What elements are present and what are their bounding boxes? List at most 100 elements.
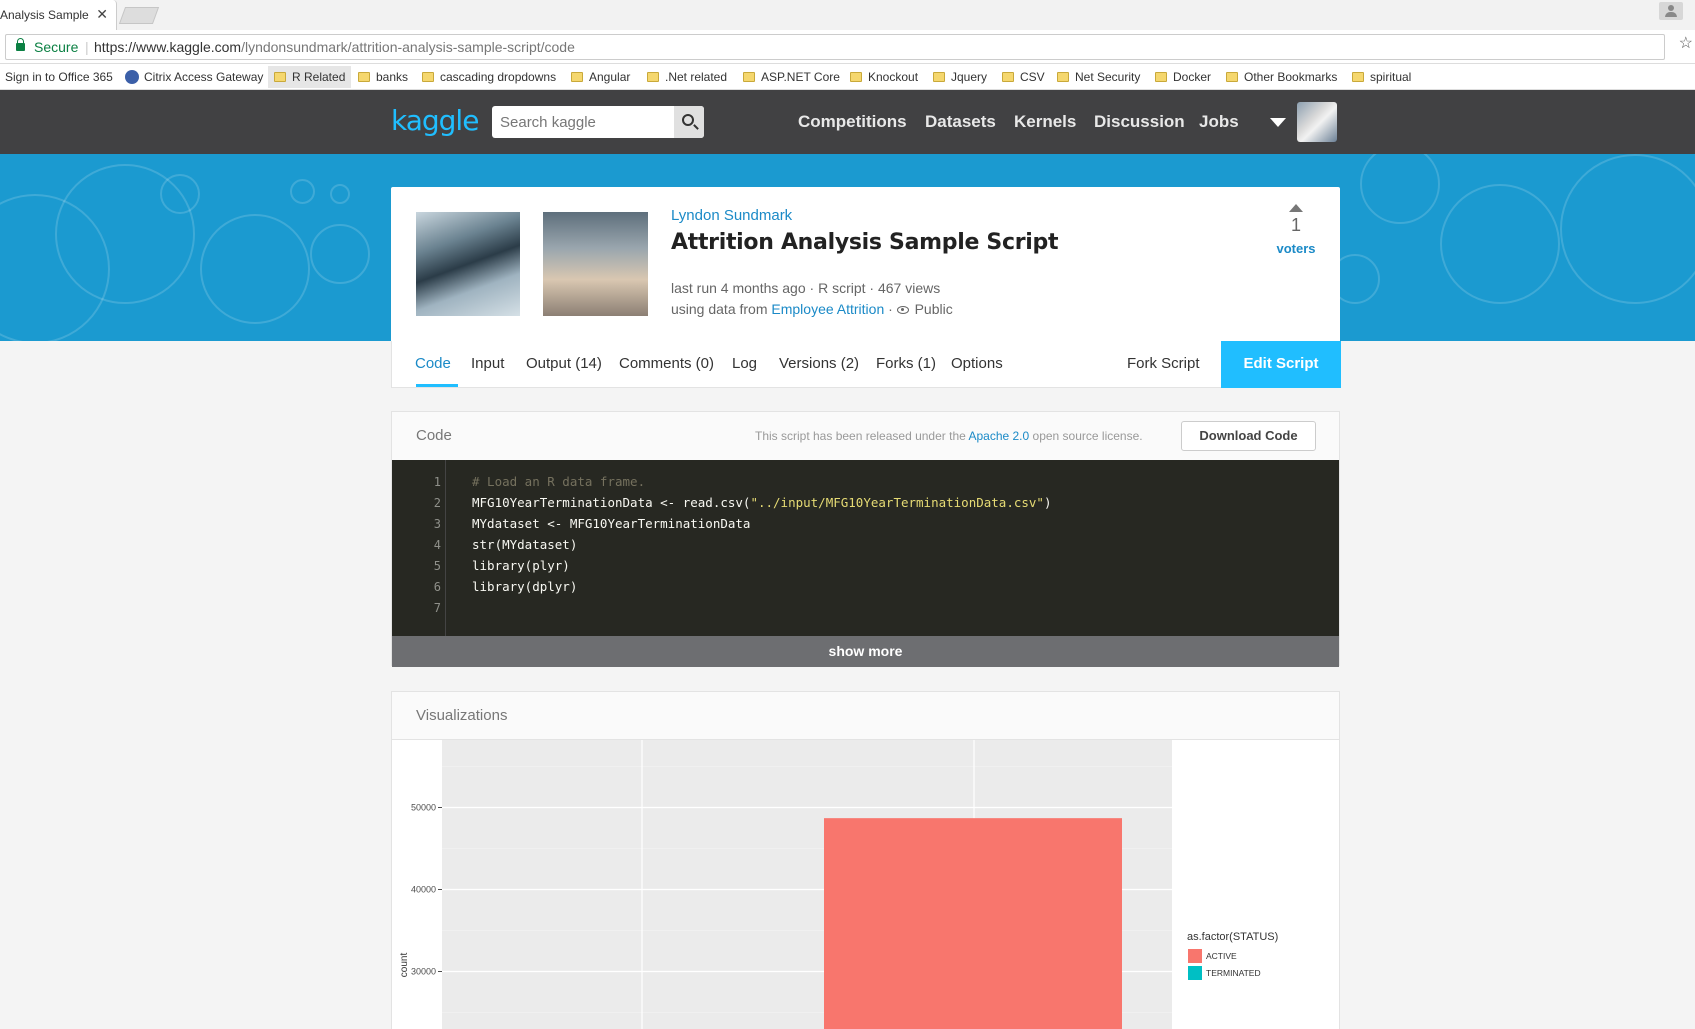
kernel-tabs: Code Input Output (14) Comments (0) Log … [391, 341, 1341, 388]
author-avatar[interactable] [543, 212, 648, 316]
search-icon [682, 114, 694, 126]
tab-versions[interactable]: Versions (2) [779, 355, 859, 372]
visibility-label: Public [914, 301, 953, 317]
kaggle-logo[interactable]: kaggle [391, 104, 479, 137]
line-number: 5 [433, 559, 441, 573]
y-tick-label: 40000 [411, 885, 436, 895]
bookmark-item[interactable]: Net Security [1057, 70, 1140, 84]
kernel-card: Lyndon Sundmark Attrition Analysis Sampl… [391, 187, 1340, 341]
tab-input[interactable]: Input [471, 355, 504, 372]
bookmark-item[interactable]: Docker [1155, 70, 1211, 84]
search-input[interactable] [492, 106, 674, 138]
legend-label: TERMINATED [1206, 968, 1261, 978]
upvote-icon[interactable] [1289, 204, 1303, 212]
legend-title: as.factor(STATUS) [1187, 931, 1278, 943]
line-number: 2 [433, 496, 441, 510]
tab-comments[interactable]: Comments (0) [619, 355, 714, 372]
folder-icon [647, 72, 659, 82]
bookmark-item[interactable]: Citrix Access Gateway [125, 70, 263, 84]
bookmark-item[interactable]: .Net related [647, 70, 727, 84]
voters-link[interactable]: voters [1271, 241, 1321, 256]
y-tick-label: 50000 [411, 803, 436, 813]
folder-icon [358, 72, 370, 82]
folder-icon [274, 72, 286, 82]
url-text: https://www.kaggle.com/lyndonsundmark/at… [94, 39, 575, 55]
code-line: str(MYdataset) [472, 537, 578, 552]
bookmark-item[interactable]: Angular [571, 70, 630, 84]
chevron-down-icon[interactable] [1270, 118, 1286, 127]
code-line: # Load an R data frame. [472, 474, 646, 489]
secure-label: Secure [34, 39, 79, 55]
bookmark-item[interactable]: R Related [268, 66, 352, 88]
fork-script-button[interactable]: Fork Script [1127, 355, 1200, 372]
show-more-button[interactable]: show more [392, 636, 1339, 667]
vote-count: 1 [1290, 215, 1301, 235]
bookmark-item[interactable]: cascading dropdowns [422, 70, 556, 84]
browser-tabstrip: Analysis Sample ✕ [0, 0, 1695, 30]
edit-script-button[interactable]: Edit Script [1221, 341, 1341, 388]
folder-icon [1155, 72, 1167, 82]
folder-icon [743, 72, 755, 82]
visualizations-panel: Visualizations 20000300004000050000count… [391, 691, 1340, 1029]
site-header: kaggle Competitions Datasets Kernels Dis… [0, 90, 1695, 154]
download-code-button[interactable]: Download Code [1181, 421, 1316, 451]
visualizations-header: Visualizations [392, 692, 1339, 740]
tab-options[interactable]: Options [951, 355, 1003, 372]
search-button[interactable] [674, 106, 704, 138]
url-input[interactable]: Secure | https://www.kaggle.com/lyndonsu… [5, 34, 1665, 60]
folder-icon [933, 72, 945, 82]
tab-forks[interactable]: Forks (1) [876, 355, 936, 372]
tab-output[interactable]: Output (14) [526, 355, 602, 372]
folder-icon [1057, 72, 1069, 82]
license-link[interactable]: Apache 2.0 [968, 429, 1029, 443]
folder-icon [1226, 72, 1238, 82]
tab-code[interactable]: Code [415, 355, 451, 372]
legend-label: ACTIVE [1206, 951, 1237, 961]
tab-log[interactable]: Log [732, 355, 757, 372]
folder-icon [1352, 72, 1364, 82]
nav-jobs[interactable]: Jobs [1199, 112, 1239, 132]
folder-icon [422, 72, 434, 82]
avatar[interactable] [1297, 102, 1337, 142]
citrix-icon [125, 70, 139, 84]
bookmark-item[interactable]: banks [358, 70, 408, 84]
line-number: 3 [433, 517, 441, 531]
legend-swatch [1188, 966, 1202, 980]
bookmarks-bar: Sign in to Office 365 Citrix Access Gate… [0, 64, 1695, 90]
new-tab-button[interactable] [118, 7, 160, 24]
nav-discussion[interactable]: Discussion [1094, 112, 1185, 132]
code-editor[interactable]: 1 # Load an R data frame. 2 MFG10YearTer… [392, 460, 1339, 636]
bookmark-item[interactable]: Sign in to Office 365 [5, 70, 113, 84]
browser-tab[interactable]: Analysis Sample ✕ [0, 0, 117, 30]
author-link[interactable]: Lyndon Sundmark [671, 207, 792, 224]
nav-competitions[interactable]: Competitions [798, 112, 907, 132]
page-title: Attrition Analysis Sample Script [671, 230, 1059, 255]
search-box [492, 106, 704, 138]
bookmark-item[interactable]: spiritual [1352, 70, 1411, 84]
line-number: 7 [433, 601, 441, 615]
address-bar: Secure | https://www.kaggle.com/lyndonsu… [0, 30, 1695, 64]
nav-kernels[interactable]: Kernels [1014, 112, 1076, 132]
bookmark-item[interactable]: Jquery [933, 70, 987, 84]
active-tab-indicator [416, 384, 458, 387]
kernel-meta: last run 4 months ago · R script · 467 v… [671, 280, 941, 296]
folder-icon [850, 72, 862, 82]
folder-icon [571, 72, 583, 82]
lock-icon [16, 38, 25, 51]
bookmark-item[interactable]: CSV [1002, 70, 1045, 84]
code-panel: Code This script has been released under… [391, 411, 1340, 667]
kernel-data-source: using data from Employee Attrition · Pub… [671, 301, 953, 317]
close-icon[interactable]: ✕ [96, 6, 108, 23]
dataset-link[interactable]: Employee Attrition [771, 301, 884, 317]
bar-chart: 20000300004000050000countas.factor(STATU… [399, 740, 1278, 1029]
bookmark-star-icon[interactable]: ☆ [1679, 33, 1693, 53]
y-axis-label: count [399, 953, 410, 978]
nav-datasets[interactable]: Datasets [925, 112, 996, 132]
bookmark-item[interactable]: Knockout [850, 70, 918, 84]
code-panel-header: Code This script has been released under… [392, 412, 1339, 460]
bookmark-item[interactable]: ASP.NET Core [743, 70, 840, 84]
code-heading: Code [416, 427, 452, 444]
bookmark-item[interactable]: Other Bookmarks [1226, 70, 1337, 84]
eye-icon [896, 306, 909, 314]
profile-icon[interactable] [1659, 2, 1683, 20]
